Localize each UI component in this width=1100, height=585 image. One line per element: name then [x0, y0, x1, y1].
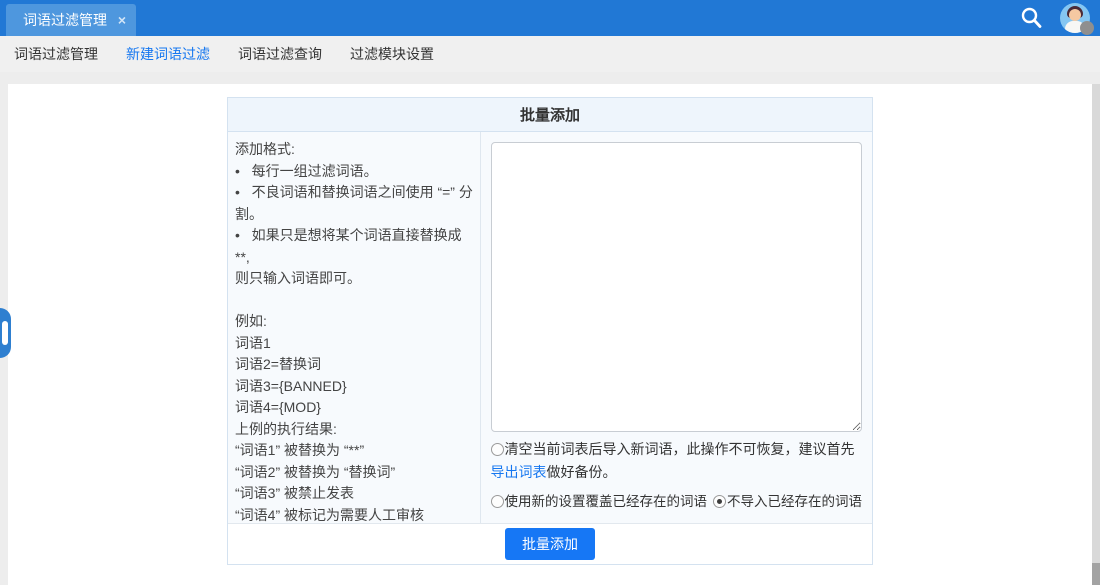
batch-words-textarea[interactable]	[491, 142, 863, 432]
secondary-nav: 词语过滤管理 新建词语过滤 词语过滤查询 过滤模块设置	[0, 36, 1100, 72]
panel-body: 添加格式: • 每行一组过滤词语。 • 不良词语和替换词语之间使用 “=” 分割…	[228, 132, 872, 523]
vertical-scrollbar[interactable]	[1092, 84, 1100, 585]
export-wordlist-link[interactable]: 导出词表	[491, 464, 547, 480]
overwrite-existing-label: 使用新的设置覆盖已经存在的词语	[505, 494, 708, 509]
scrollbar-thumb[interactable]	[1092, 563, 1100, 585]
batch-add-form: 清空当前词表后导入新词语，此操作不可恢复，建议首先导出词表做好备份。 使用新的设…	[480, 132, 873, 523]
close-icon[interactable]: ×	[118, 13, 126, 27]
clear-import-label-after: 做好备份。	[547, 464, 617, 480]
panel-footer: 批量添加	[228, 523, 872, 564]
nav-item-new-word-filter[interactable]: 新建词语过滤	[126, 44, 210, 64]
user-avatar[interactable]	[1060, 3, 1090, 33]
duplicate-handling-option-row: 使用新的设置覆盖已经存在的词语 不导入已经存在的词语	[491, 490, 863, 513]
format-instructions: 添加格式: • 每行一组过滤词语。 • 不良词语和替换词语之间使用 “=” 分割…	[228, 132, 480, 523]
tab-word-filter-management[interactable]: 词语过滤管理 ×	[6, 4, 136, 36]
drawer-handle-grip	[2, 321, 8, 345]
skip-existing-radio[interactable]	[713, 495, 726, 508]
skip-existing-label: 不导入已经存在的词语	[727, 494, 862, 509]
clear-import-radio[interactable]	[491, 443, 504, 456]
nav-item-filter-module-settings[interactable]: 过滤模块设置	[350, 44, 434, 64]
panel-title: 批量添加	[228, 98, 872, 132]
clear-import-option-row: 清空当前词表后导入新词语，此操作不可恢复，建议首先导出词表做好备份。	[491, 438, 863, 484]
nav-item-word-filter-query[interactable]: 词语过滤查询	[238, 44, 322, 64]
batch-add-button[interactable]: 批量添加	[505, 528, 595, 560]
top-bar: 词语过滤管理 ×	[0, 0, 1100, 36]
sidebar-drawer-handle[interactable]	[0, 308, 11, 358]
nav-item-word-filter-management[interactable]: 词语过滤管理	[14, 44, 98, 64]
batch-add-panel: 批量添加 添加格式: • 每行一组过滤词语。 • 不良词语和替换词语之间使用 “…	[227, 97, 873, 565]
tab-label: 词语过滤管理	[23, 10, 112, 30]
avatar-status-badge	[1080, 21, 1094, 35]
clear-import-label-before: 清空当前词表后导入新词语，此操作不可恢复，建议首先	[505, 441, 855, 457]
topbar-actions	[1018, 0, 1090, 36]
overwrite-existing-radio[interactable]	[491, 495, 504, 508]
search-icon[interactable]	[1018, 5, 1044, 31]
